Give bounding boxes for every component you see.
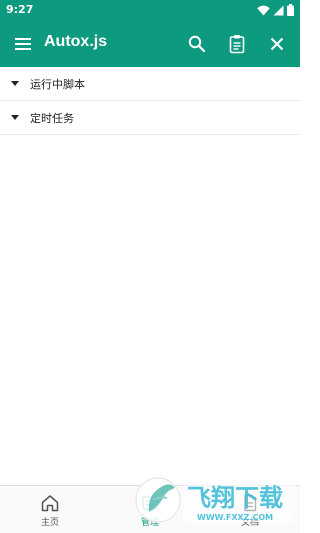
battery-icon bbox=[287, 4, 294, 16]
menu-icon bbox=[15, 38, 31, 50]
status-time: 9:27 bbox=[6, 3, 34, 16]
task-list: 运行中脚本 定时任务 bbox=[0, 67, 300, 485]
group-label: 定时任务 bbox=[30, 112, 74, 125]
nav-label: 主页 bbox=[40, 518, 59, 528]
bottom-nav: 主页 管理 文档 bbox=[0, 485, 300, 533]
nav-item-manage[interactable]: 管理 bbox=[100, 486, 200, 533]
caret-down-icon bbox=[11, 115, 19, 120]
nav-item-home[interactable]: 主页 bbox=[0, 486, 100, 533]
nav-label: 管理 bbox=[140, 518, 159, 528]
status-icons bbox=[257, 4, 294, 16]
home-icon bbox=[41, 495, 59, 512]
app-bar: Autox.js bbox=[0, 21, 300, 67]
caret-down-icon bbox=[11, 81, 19, 86]
search-button[interactable] bbox=[184, 31, 210, 57]
cellular-signal-icon bbox=[273, 5, 284, 15]
clipboard-icon bbox=[229, 35, 245, 54]
search-icon bbox=[188, 35, 206, 53]
clipboard-button[interactable] bbox=[224, 31, 250, 57]
app-title: Autox.js bbox=[44, 33, 108, 50]
close-button[interactable] bbox=[264, 31, 290, 57]
wifi-icon bbox=[257, 5, 270, 15]
nav-item-docs[interactable]: 文档 bbox=[200, 486, 300, 533]
status-bar: 9:27 bbox=[0, 0, 300, 21]
manage-icon bbox=[142, 496, 158, 510]
close-icon bbox=[270, 37, 284, 51]
menu-button[interactable] bbox=[10, 32, 36, 56]
group-running-scripts[interactable]: 运行中脚本 bbox=[0, 67, 300, 101]
group-label: 运行中脚本 bbox=[30, 78, 85, 91]
nav-label: 文档 bbox=[240, 518, 259, 528]
document-icon bbox=[244, 494, 257, 512]
group-scheduled-tasks[interactable]: 定时任务 bbox=[0, 101, 300, 135]
